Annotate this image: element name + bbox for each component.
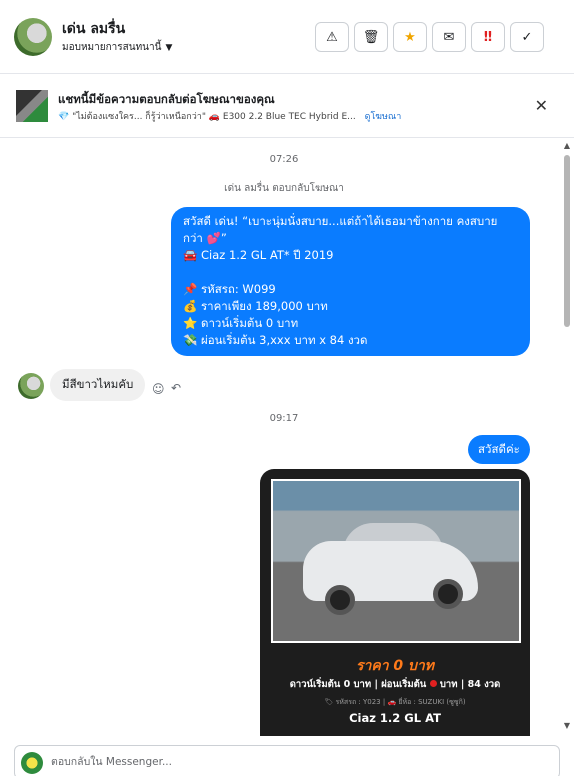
terms-left: ดาวน์เริ่มต้น 0 บาท | ผ่อนเริ่มต้น	[289, 679, 427, 690]
mark-important-button[interactable]: ‼	[471, 22, 505, 52]
wheel-shape	[325, 585, 355, 615]
message-line: ⭐ ดาวน์เริ่มต้น 0 บาท	[183, 316, 299, 330]
message-line: 💰 ราคาเพียง 189,000 บาท	[183, 299, 328, 313]
ad-text: 💎 "ไม่ต้องแซงใคร... ก็รู้ว่าเหนือกว่า" 🚗…	[58, 112, 356, 122]
terms-right: บาท | 84 งวด	[439, 679, 501, 690]
view-ad-link[interactable]: ดูโฆษณา	[365, 112, 402, 122]
ad-context-bar: แชทนี้มีข้อความตอบกลับต่อโฆษณาของคุณ 💎 "…	[0, 74, 574, 138]
react-icon[interactable]: ☺	[152, 382, 165, 396]
message-line: 📌 รหัสรถ: W099	[183, 282, 276, 296]
ad-reply-meta: เด่น ลมรื่น ตอบกลับโฆษณา	[224, 183, 344, 194]
assign-conversation-dropdown[interactable]: มอบหมายการสนทนานี้ ▼	[62, 40, 172, 55]
reply-icon[interactable]: ↶	[171, 381, 181, 395]
contact-avatar[interactable]	[14, 18, 52, 56]
timestamp: 07:26	[269, 154, 299, 165]
star-button[interactable]: ★	[393, 22, 427, 52]
red-dot-icon	[429, 680, 437, 687]
message-line: 🚘 Ciaz 1.2 GL AT* ปี 2019	[183, 248, 334, 262]
report-button[interactable]: ⚠	[315, 22, 349, 52]
message-line: กว่า 💕”	[183, 231, 227, 245]
trash-icon: 🗑	[362, 29, 380, 45]
ad-message-bubble[interactable]: สวัสดี เด่น! “เบาะนุ่มนั่งสบาย...แต่ถ้าไ…	[171, 207, 530, 356]
reply-input[interactable]	[51, 753, 531, 771]
outgoing-message-bubble[interactable]: สวัสดีค่ะ	[468, 435, 530, 464]
ad-context-title: แชทนี้มีข้อความตอบกลับต่อโฆษณาของคุณ	[58, 92, 275, 106]
message-line	[183, 264, 518, 281]
message-thread[interactable]: 07:26 เด่น ลมรื่น ตอบกลับโฆษณา สวัสดี เด…	[0, 139, 568, 736]
car-listing-card[interactable]: ราคา 0 บาท ดาวน์เริ่มต้น 0 บาท | ผ่อนเริ…	[260, 469, 530, 736]
scroll-down-icon[interactable]: ▼	[562, 721, 572, 730]
sender-avatar[interactable]	[18, 373, 44, 399]
check-icon: ✓	[521, 29, 533, 45]
card-code-line: 🏷 รหัสรถ : Y023 | 🚗 ยี่ห้อ : SUZUKI (ซูซ…	[324, 698, 466, 706]
thread-scrollbar[interactable]: ▲ ▼	[562, 139, 572, 736]
message-line: สวัสดี เด่น! “เบาะนุ่มนั่งสบาย...แต่ถ้าไ…	[183, 214, 498, 228]
reply-box	[14, 745, 560, 776]
scroll-up-icon[interactable]: ▲	[562, 141, 572, 150]
warning-icon: ⚠	[326, 29, 338, 45]
conversation-actions: ⚠ 🗑 ★ ✉ ‼ ✓	[315, 22, 544, 52]
mark-unread-button[interactable]: ✉	[432, 22, 466, 52]
wheel-shape	[433, 579, 463, 609]
close-icon[interactable]: ✕	[535, 96, 548, 115]
contact-name[interactable]: เด่น ลมรื่น	[62, 18, 125, 40]
delete-button[interactable]: 🗑	[354, 22, 388, 52]
important-icon: ‼	[483, 29, 493, 45]
chevron-down-icon: ▼	[165, 42, 173, 53]
conversation-header: เด่น ลมรื่น มอบหมายการสนทนานี้ ▼ ⚠ 🗑 ★ ✉…	[0, 0, 574, 74]
car-photo[interactable]	[271, 479, 521, 643]
card-model: Ciaz 1.2 GL AT	[349, 711, 441, 725]
scroll-thumb[interactable]	[564, 155, 570, 327]
page-avatar	[21, 752, 43, 774]
star-icon: ★	[404, 29, 416, 45]
ad-thumbnail	[16, 90, 48, 122]
assign-label: มอบหมายการสนทนานี้	[62, 42, 162, 53]
ad-context-subtitle: 💎 "ไม่ต้องแซงใคร... ก็รู้ว่าเหนือกว่า" 🚗…	[58, 109, 401, 123]
card-terms: ดาวน์เริ่มต้น 0 บาท | ผ่อนเริ่มต้น บาท |…	[260, 677, 530, 692]
mark-done-button[interactable]: ✓	[510, 22, 544, 52]
message-line: 💸 ผ่อนเริ่มต้น 3,xxx บาท x 84 งวด	[183, 333, 368, 347]
mark-unread-icon: ✉	[443, 29, 455, 45]
incoming-message-bubble[interactable]: มีสีขาวไหมคับ	[50, 369, 146, 401]
timestamp: 09:17	[269, 413, 299, 424]
card-price: ราคา 0 บาท	[355, 658, 435, 674]
